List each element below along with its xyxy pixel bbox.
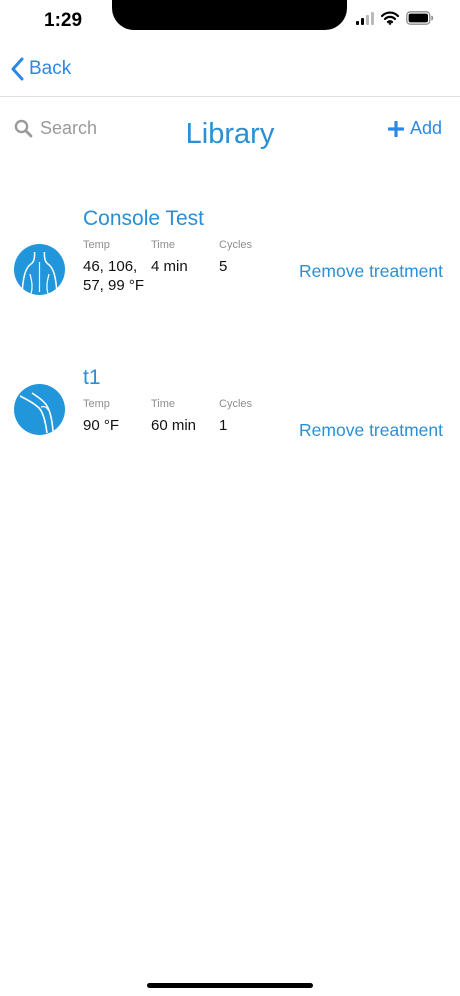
time-label: Time bbox=[151, 398, 176, 410]
cycles-label: Cycles bbox=[219, 398, 253, 410]
navigation-bar: Back bbox=[0, 44, 460, 97]
plus-icon bbox=[387, 120, 404, 137]
temp-label: Temp bbox=[83, 239, 110, 251]
cycles-column: Cycles 5 bbox=[219, 239, 252, 276]
time-value: 60 min bbox=[151, 417, 197, 434]
time-value: 4 min bbox=[151, 258, 188, 275]
cycles-value: 1 bbox=[219, 417, 228, 434]
treatment-name[interactable]: t1 bbox=[83, 366, 101, 390]
notch bbox=[112, 0, 347, 30]
home-indicator[interactable] bbox=[147, 983, 313, 988]
cycles-column: Cycles 1 bbox=[219, 398, 252, 435]
temp-column: Temp 90 °F bbox=[83, 398, 145, 435]
add-label: Add bbox=[409, 118, 442, 138]
time-label: Time bbox=[151, 239, 176, 251]
status-bar: 1:29 bbox=[0, 0, 460, 44]
library-header: Search Library Add bbox=[0, 100, 460, 180]
status-time: 1:29 bbox=[44, 10, 83, 31]
chevron-left-icon bbox=[11, 57, 24, 81]
time-column: Time 4 min bbox=[151, 239, 188, 276]
knee-icon bbox=[14, 384, 65, 435]
battery-icon bbox=[406, 11, 434, 25]
temp-label: Temp bbox=[83, 398, 110, 410]
remove-treatment-button[interactable]: Remove treatment bbox=[299, 261, 443, 282]
cellular-signal-icon bbox=[356, 11, 374, 25]
cycles-value: 5 bbox=[219, 258, 228, 275]
add-button[interactable]: Add bbox=[387, 118, 442, 139]
wifi-icon bbox=[381, 11, 399, 25]
back-button[interactable]: Back bbox=[10, 57, 71, 81]
remove-treatment-button[interactable]: Remove treatment bbox=[299, 420, 443, 441]
temp-value: 46, 106, 57, 99 °F bbox=[83, 258, 145, 294]
back-label: Back bbox=[29, 58, 72, 79]
time-column: Time 60 min bbox=[151, 398, 196, 435]
cycles-label: Cycles bbox=[219, 239, 253, 251]
temp-value: 90 °F bbox=[83, 417, 120, 434]
back-torso-icon bbox=[14, 244, 65, 295]
treatment-name[interactable]: Console Test bbox=[83, 207, 204, 231]
temp-column: Temp 46, 106, 57, 99 °F bbox=[83, 239, 145, 295]
status-icons bbox=[356, 11, 434, 25]
